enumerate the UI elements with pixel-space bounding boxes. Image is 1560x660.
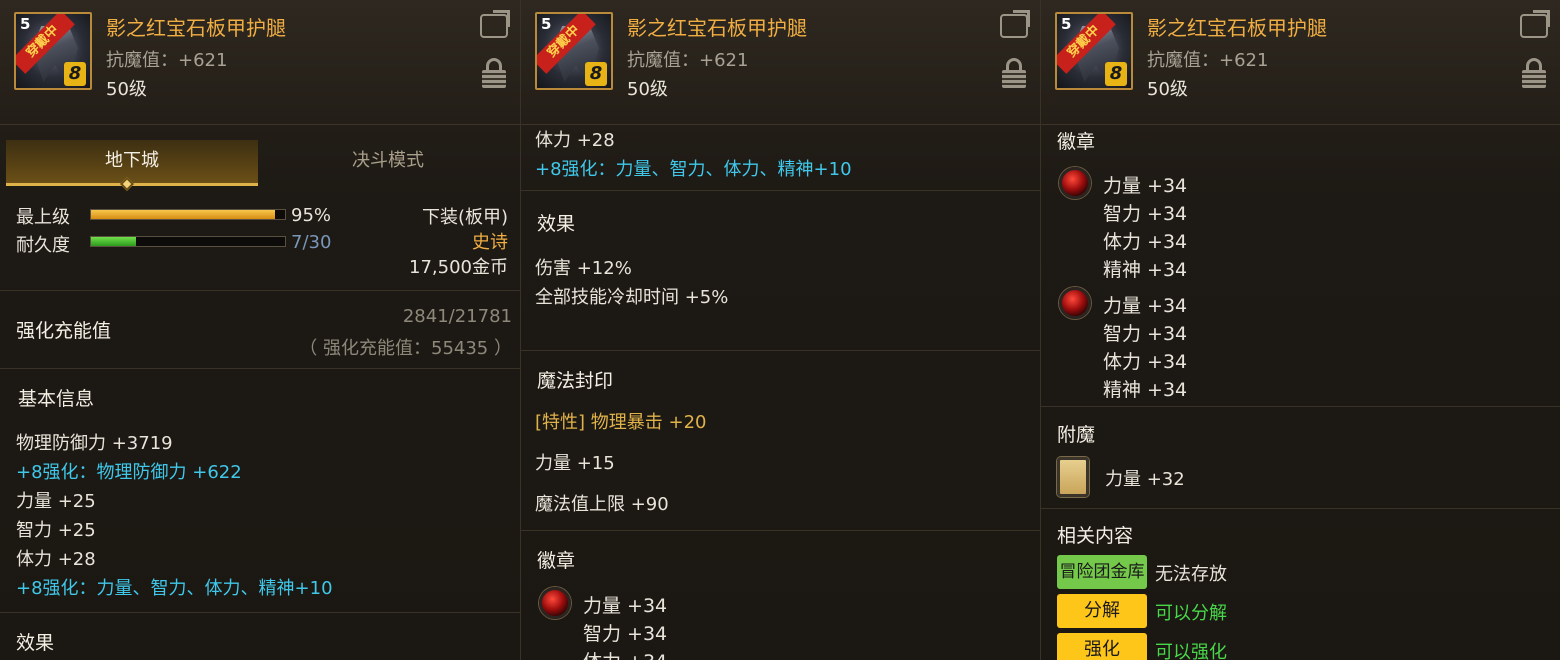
emblem-line: 体力 +34 <box>1103 231 1188 253</box>
mode-tabs: 地下城 决斗模式 <box>6 140 514 186</box>
item-header: 5 穿戴中 8 影之红宝石板甲护腿 抗魔值：+621 50级 <box>521 0 1040 125</box>
divider <box>0 612 520 613</box>
item-icon: 5 穿戴中 8 <box>1055 12 1133 90</box>
emblem-title: 徽章 <box>537 550 576 572</box>
emblem-line: 体力 +34 <box>583 647 667 660</box>
basic-line: 力量 +25 <box>16 491 96 512</box>
red-emblem-icon <box>539 587 571 619</box>
basic-line: 物理防御力 +3719 <box>16 433 173 454</box>
lock-icon[interactable] <box>1002 58 1026 88</box>
basic-info-title: 基本信息 <box>18 388 95 410</box>
magic-resist: 抗魔值：+621 <box>627 50 749 71</box>
lock-icon[interactable] <box>482 58 506 88</box>
seal-line: 力量 +15 <box>535 453 615 474</box>
max-level-percent: 95% <box>291 205 332 226</box>
enchant-title: 附魔 <box>1057 424 1096 446</box>
price: 17,500金币 <box>409 257 508 278</box>
basic-line-enhance: +8强化：力量、智力、体力、精神+10 <box>16 578 333 599</box>
stat-line-enhance: +8强化：力量、智力、体力、精神+10 <box>535 159 852 180</box>
magic-resist: 抗魔值：+621 <box>106 50 228 71</box>
effect-title: 效果 <box>537 213 576 235</box>
slot-type: 下装(板甲) <box>421 207 508 228</box>
divider <box>521 190 1040 191</box>
related-text: 可以分解 <box>1155 603 1227 624</box>
emblem-line: 精神 +34 <box>1103 379 1188 401</box>
item-icon: 5 穿戴中 8 <box>535 12 613 90</box>
stat-line: 体力 +28 <box>535 130 615 151</box>
emblem-line: 力量 +34 <box>1103 295 1188 317</box>
basic-line-enhance: +8强化：物理防御力 +622 <box>16 462 242 483</box>
lock-icon[interactable] <box>1522 58 1546 88</box>
badge-enhance: 强化 <box>1057 633 1147 660</box>
emblem-line: 体力 +34 <box>1103 351 1188 373</box>
item-name: 影之红宝石板甲护腿 <box>1147 16 1327 40</box>
badge-disassemble: 分解 <box>1057 594 1147 628</box>
effect-line: 伤害 +12% <box>535 258 632 279</box>
share-icon[interactable] <box>1520 14 1548 38</box>
tooltip-panel-3: 5 穿戴中 8 影之红宝石板甲护腿 抗魔值：+621 50级 徽章 力量 +34… <box>1040 0 1560 660</box>
tooltip-panel-2: 5 穿戴中 8 影之红宝石板甲护腿 抗魔值：+621 50级 体力 +28 +8… <box>520 0 1040 660</box>
tooltip-panel-1: 5 穿戴中 8 影之红宝石板甲护腿 抗魔值：+621 50级 地下城 决斗模式 … <box>0 0 520 660</box>
item-level: 50级 <box>1147 79 1188 100</box>
emblem-line: 力量 +34 <box>1103 175 1188 197</box>
divider <box>0 368 520 369</box>
related-text: 可以强化 <box>1155 642 1227 660</box>
emblem-title: 徽章 <box>1057 131 1096 153</box>
durability-value: 7/30 <box>291 232 332 253</box>
item-name: 影之红宝石板甲护腿 <box>627 16 807 40</box>
divider <box>1041 508 1560 509</box>
related-title: 相关内容 <box>1057 525 1134 547</box>
item-name: 影之红宝石板甲护腿 <box>106 16 286 40</box>
max-level-bar <box>90 209 286 220</box>
item-icon: 5 穿戴中 8 <box>14 12 92 90</box>
seal-line-trait: [特性] 物理暴击 +20 <box>535 412 707 433</box>
red-emblem-icon <box>1059 167 1091 199</box>
related-text: 无法存放 <box>1155 564 1227 585</box>
emblem-line: 力量 +34 <box>583 595 668 617</box>
basic-line: 体力 +28 <box>16 549 96 570</box>
item-level: 50级 <box>627 79 668 100</box>
enchant-line: 力量 +32 <box>1105 469 1185 490</box>
enchant-card-icon <box>1057 457 1089 497</box>
icon-level: 5 <box>541 15 552 33</box>
emblem-line: 智力 +34 <box>1103 203 1188 225</box>
charge-detail: （ 强化充能值：55435 ） <box>299 338 512 359</box>
red-emblem-icon <box>1059 287 1091 319</box>
enhance-number: 8 <box>1105 62 1127 86</box>
magic-resist: 抗魔值：+621 <box>1147 50 1269 71</box>
basic-line: 智力 +25 <box>16 520 96 541</box>
charge-label: 强化充能值 <box>16 320 112 342</box>
emblem-line: 智力 +34 <box>583 623 668 645</box>
divider <box>521 350 1040 351</box>
share-icon[interactable] <box>1000 14 1028 38</box>
divider <box>0 290 520 291</box>
seal-title: 魔法封印 <box>537 370 614 392</box>
item-header: 5 穿戴中 8 影之红宝石板甲护腿 抗魔值：+621 50级 <box>1041 0 1560 125</box>
tab-duel[interactable]: 决斗模式 <box>262 140 514 186</box>
emblem-line: 精神 +34 <box>1103 259 1188 281</box>
emblem-line: 智力 +34 <box>1103 323 1188 345</box>
share-icon[interactable] <box>480 14 508 38</box>
durability-bar <box>90 236 286 247</box>
item-level: 50级 <box>106 79 147 100</box>
icon-level: 5 <box>20 15 31 33</box>
charge-value: 2841/21781 <box>402 306 512 327</box>
rarity: 史诗 <box>472 232 508 253</box>
effect-title: 效果 <box>16 632 55 654</box>
tab-dungeon[interactable]: 地下城 <box>6 140 258 186</box>
enhance-number: 8 <box>585 62 607 86</box>
divider <box>521 530 1040 531</box>
effect-line: 全部技能冷却时间 +5% <box>535 287 729 308</box>
enhance-number: 8 <box>64 62 86 86</box>
badge-guild-vault: 冒险团金库 <box>1057 555 1147 589</box>
seal-line: 魔法值上限 +90 <box>535 494 669 515</box>
durability-label: 耐久度 <box>16 235 70 256</box>
icon-level: 5 <box>1061 15 1072 33</box>
max-level-label: 最上级 <box>16 207 70 228</box>
divider <box>1041 406 1560 407</box>
item-header: 5 穿戴中 8 影之红宝石板甲护腿 抗魔值：+621 50级 <box>0 0 520 125</box>
